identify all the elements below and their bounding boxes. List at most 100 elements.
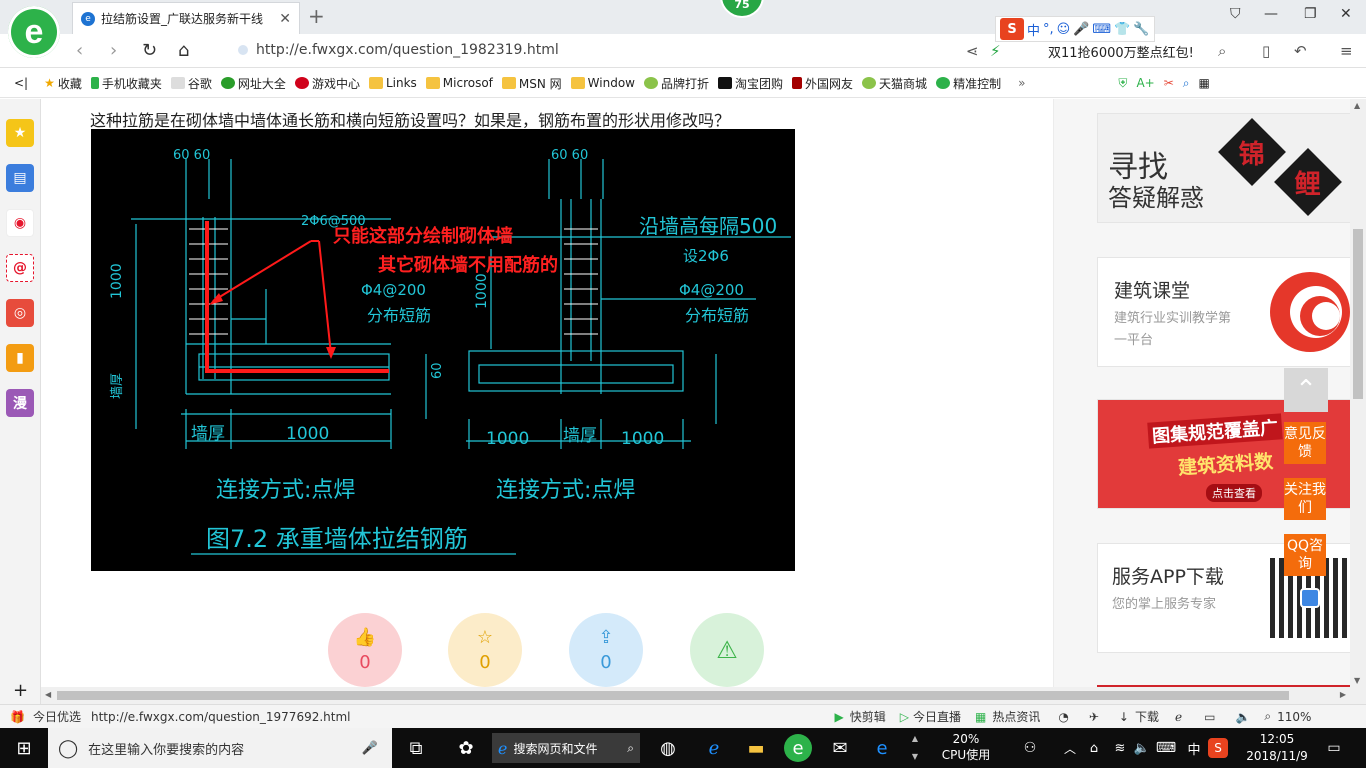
360-browser-icon[interactable]: e bbox=[784, 734, 812, 762]
favorites-star-icon[interactable]: ★ bbox=[6, 119, 34, 147]
microphone-icon[interactable]: 🎤 bbox=[362, 741, 378, 756]
lightning-icon[interactable]: ⚡ bbox=[990, 42, 1001, 60]
back-icon[interactable]: ‹ bbox=[76, 40, 83, 61]
mic-icon[interactable]: 🎤 bbox=[1073, 22, 1089, 37]
weibo-icon[interactable]: ◉ bbox=[6, 209, 34, 237]
status-live[interactable]: 今日直播 bbox=[913, 708, 961, 725]
pin-icon[interactable]: ✈ bbox=[1089, 710, 1099, 724]
taskbar-search[interactable]: ◯ 在这里输入你要搜索的内容 🎤 bbox=[48, 728, 392, 768]
restore-button[interactable]: ❐ bbox=[1304, 6, 1317, 22]
mail-icon[interactable]: @ bbox=[6, 254, 34, 282]
notification-center-icon[interactable]: ▭ bbox=[1320, 734, 1348, 762]
forward-icon[interactable]: › bbox=[110, 40, 117, 61]
feedback-button[interactable]: 意见反馈 bbox=[1284, 422, 1326, 464]
mail-app-icon[interactable]: ✉ bbox=[826, 734, 854, 762]
lang-indicator[interactable]: 中 bbox=[1180, 734, 1208, 762]
download-icon[interactable]: ↓ bbox=[1119, 710, 1129, 724]
sogou-icon[interactable]: S bbox=[1000, 18, 1024, 40]
people-icon[interactable]: ⚇ bbox=[1016, 734, 1044, 762]
browser-tab[interactable]: e 拉结筋设置_广联达服务新干线 ✕ bbox=[72, 2, 300, 34]
gift-icon[interactable]: 🎁 bbox=[10, 710, 25, 724]
edge-browser-icon[interactable]: e bbox=[868, 734, 896, 762]
ime-toolbar[interactable]: S 中 °, ☺ 🎤 ⌨ 👕 🔧 bbox=[995, 16, 1155, 42]
share-icon[interactable]: ⋖ bbox=[966, 42, 979, 60]
news-icon[interactable]: ▤ bbox=[6, 164, 34, 192]
game-icon[interactable]: ◎ bbox=[6, 299, 34, 327]
bookmark-favorites[interactable]: ★ 收藏 bbox=[44, 75, 82, 92]
web-search-box[interactable]: ℯ 搜索网页和文件 ⌕ bbox=[492, 733, 640, 763]
bookmark-precise[interactable]: 精准控制 bbox=[936, 75, 1001, 92]
undo-icon[interactable]: ↶ bbox=[1294, 42, 1307, 60]
volume-icon[interactable]: 🔈 bbox=[1235, 710, 1250, 724]
ad-koi-banner[interactable]: 寻找 答疑解惑 锦 鲤 bbox=[1097, 113, 1350, 223]
pinwheel-icon[interactable]: ✿ bbox=[452, 734, 480, 762]
zoom-icon[interactable]: ⌕ bbox=[1264, 709, 1271, 724]
share-button[interactable]: ⇪ 0 bbox=[569, 613, 643, 687]
window-icon[interactable]: ▭ bbox=[1204, 710, 1215, 724]
qq-button[interactable]: QQ咨询 bbox=[1284, 534, 1326, 576]
ime-lang[interactable]: 中 bbox=[1027, 20, 1040, 39]
shield-icon[interactable]: ⛨ bbox=[1118, 76, 1127, 91]
home-icon[interactable]: ⌂ bbox=[178, 40, 189, 61]
scissors-icon[interactable]: ✂ bbox=[1164, 76, 1174, 90]
report-button[interactable]: ⚠ bbox=[690, 613, 764, 687]
speed-icon[interactable]: ◔ bbox=[1058, 710, 1068, 724]
bookmark-windows[interactable]: Window bbox=[570, 76, 635, 90]
bookmark-foreign[interactable]: 外国网友 bbox=[792, 75, 853, 92]
bookmark-msn[interactable]: MSN 网 bbox=[501, 75, 562, 92]
windows-start-icon[interactable]: ⊞ bbox=[10, 734, 38, 762]
status-download[interactable]: 下载 bbox=[1135, 708, 1159, 725]
magnifier-icon[interactable]: ⌕ bbox=[1183, 76, 1190, 91]
promo-search-text[interactable]: 双11抢6000万整点红包! bbox=[1048, 42, 1194, 61]
book-icon[interactable]: ▮ bbox=[6, 344, 34, 372]
add-icon[interactable]: + bbox=[13, 680, 28, 701]
keyboard-tray-icon[interactable]: ⌨ bbox=[1152, 734, 1180, 762]
horizontal-scrollbar[interactable]: ◀ ▶ bbox=[41, 687, 1366, 704]
zoom-level[interactable]: 110% bbox=[1277, 710, 1311, 724]
taskbar-scroll-arrows[interactable]: ▲ ▼ bbox=[908, 730, 922, 766]
smiley-icon[interactable]: ☺ bbox=[1057, 22, 1071, 37]
bookmark-taobao[interactable]: 淘宝团购 bbox=[718, 75, 783, 92]
tools-icon[interactable]: 🔧 bbox=[1133, 22, 1149, 37]
task-view-icon[interactable]: ⧉ bbox=[402, 734, 430, 762]
bookmark-tmall[interactable]: 天猫商城 bbox=[862, 75, 927, 92]
notification-badge[interactable]: 75 bbox=[720, 0, 764, 18]
browser-logo-icon[interactable]: e bbox=[8, 6, 60, 58]
status-today-pick[interactable]: 今日优选 bbox=[33, 708, 81, 725]
ime-punct[interactable]: °, bbox=[1043, 22, 1054, 37]
clock[interactable]: 12:05 2018/11/9 bbox=[1240, 731, 1314, 765]
minimize-button[interactable]: — bbox=[1264, 6, 1278, 22]
bookmark-games[interactable]: 游戏中心 bbox=[294, 75, 360, 92]
favorite-button[interactable]: ☆ 0 bbox=[448, 613, 522, 687]
bookmark-links[interactable]: Links bbox=[368, 76, 417, 90]
phone-icon[interactable]: ▯ bbox=[1262, 42, 1270, 60]
ie-browser-icon[interactable]: ℯ bbox=[700, 734, 728, 762]
skin-icon[interactable]: 👕 bbox=[1114, 22, 1130, 37]
collapse-icon[interactable]: <| bbox=[14, 76, 28, 90]
ie-icon[interactable]: ℯ bbox=[1175, 710, 1182, 724]
grid-icon[interactable]: ▦ bbox=[1199, 76, 1210, 90]
sogou-tray-icon[interactable]: S bbox=[1208, 738, 1228, 758]
status-hot[interactable]: 热点资讯 bbox=[992, 708, 1040, 725]
vertical-scroll-thumb[interactable] bbox=[1353, 229, 1363, 399]
menu-icon[interactable]: ≡ bbox=[1340, 42, 1353, 60]
construction-class-card[interactable]: 建筑课堂 建筑行业实训教学第一平台 bbox=[1097, 257, 1350, 367]
comic-icon[interactable]: 漫 bbox=[6, 389, 34, 417]
translate-icon[interactable]: A+ bbox=[1136, 76, 1154, 90]
back-to-top-button[interactable]: ⌃ bbox=[1284, 368, 1328, 412]
vertical-scrollbar[interactable]: ▲ ▼ bbox=[1350, 99, 1366, 687]
hot-news-icon[interactable]: ▦ bbox=[975, 710, 986, 724]
more-bookmarks-icon[interactable]: » bbox=[1018, 76, 1025, 90]
bookmark-hao[interactable]: 网址大全 bbox=[220, 75, 286, 92]
file-explorer-icon[interactable]: ▬ bbox=[742, 734, 770, 762]
chrome-like-icon[interactable]: ◍ bbox=[654, 734, 682, 762]
cpu-meter[interactable]: 20% CPU使用 bbox=[940, 731, 992, 763]
close-tab-icon[interactable]: ✕ bbox=[279, 11, 291, 27]
refresh-icon[interactable]: ↻ bbox=[142, 40, 157, 61]
clip-icon[interactable]: ▶ bbox=[835, 710, 844, 724]
like-button[interactable]: 👍 0 bbox=[328, 613, 402, 687]
network-icon[interactable]: ⌂ bbox=[1080, 734, 1108, 762]
follow-button[interactable]: 关注我们 bbox=[1284, 478, 1326, 520]
bookmark-microsoft[interactable]: Microsof bbox=[425, 76, 493, 90]
status-clip[interactable]: 快剪辑 bbox=[850, 708, 886, 725]
